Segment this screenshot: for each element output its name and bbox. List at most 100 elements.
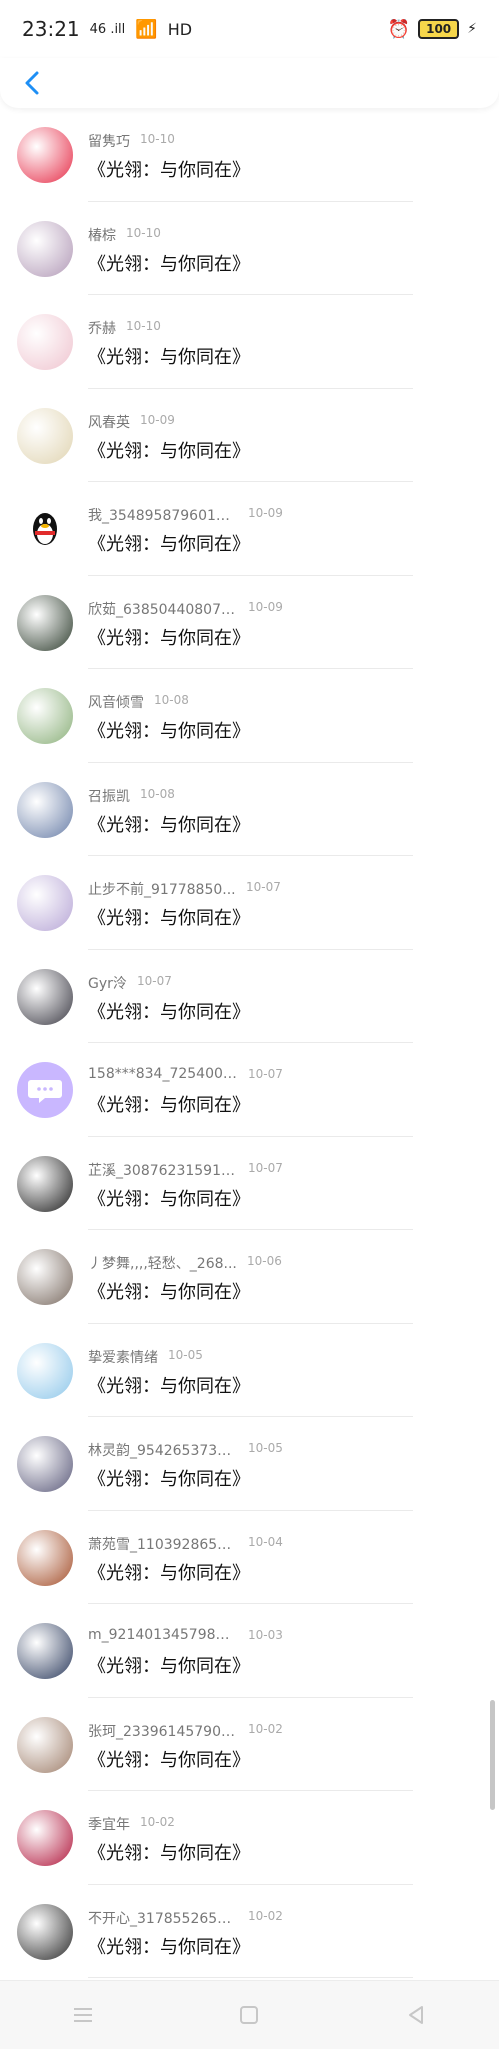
username[interactable]: 召振凯 bbox=[88, 786, 130, 806]
item-content: 《光翎：与你同在》 bbox=[88, 160, 250, 181]
list-item[interactable]: 椿棕 10-10 《光翎：与你同在》 bbox=[0, 202, 499, 295]
menu-button[interactable] bbox=[63, 1995, 103, 2035]
scrollbar[interactable] bbox=[490, 1700, 495, 1810]
username[interactable]: 挚爱素情绪 bbox=[88, 1347, 158, 1367]
avatar[interactable] bbox=[17, 1529, 73, 1586]
avatar[interactable] bbox=[17, 407, 73, 464]
list-item[interactable]: m_92140134579846... 10-03 《光翎：与你同在》 bbox=[0, 1604, 499, 1698]
item-date: 10-10 bbox=[140, 132, 175, 146]
alarm-icon: ⏰ bbox=[387, 18, 411, 40]
item-content: 《光翎：与你同在》 bbox=[88, 1001, 250, 1023]
avatar[interactable] bbox=[17, 968, 73, 1025]
list-item[interactable]: 林灵韵_9542653730... 10-05 《光翎：与你同在》 bbox=[0, 1417, 499, 1511]
item-date: 10-03 bbox=[248, 1628, 283, 1642]
avatar[interactable] bbox=[17, 1436, 73, 1492]
list-item[interactable]: 召振凯 10-08 《光翎：与你同在》 bbox=[0, 763, 499, 856]
item-content: 《光翎：与你同在》 bbox=[88, 1282, 250, 1303]
list-item[interactable]: 158***834_7254007... 10-07 《光翎：与你同在》 bbox=[0, 1043, 499, 1137]
back-nav-button[interactable] bbox=[396, 1995, 436, 2035]
item-date: 10-09 bbox=[248, 599, 283, 614]
avatar[interactable] bbox=[17, 501, 73, 557]
username[interactable]: 椿棕 bbox=[88, 225, 116, 245]
item-date: 10-02 bbox=[248, 1721, 283, 1736]
status-right: ⏰ 100 ⚡ bbox=[388, 19, 477, 40]
username[interactable]: 留隽巧 bbox=[88, 131, 130, 151]
username[interactable]: 丿梦舞,,,,轻愁、_268... bbox=[88, 1253, 237, 1273]
avatar[interactable] bbox=[17, 1062, 73, 1118]
username[interactable]: 乔赫 bbox=[88, 318, 116, 338]
network-indicator: 46 .ill bbox=[89, 21, 126, 37]
list-item[interactable]: 丿梦舞,,,,轻愁、_268... 10-06 《光翎：与你同在》 bbox=[0, 1230, 499, 1324]
avatar[interactable] bbox=[17, 1342, 73, 1399]
wifi-icon: 📶 bbox=[135, 18, 158, 40]
username[interactable]: 风春英 bbox=[88, 412, 130, 432]
back-button[interactable] bbox=[15, 66, 49, 100]
list-item[interactable]: 欣茹_638504408074... 10-09 《光翎：与你同在》 bbox=[0, 576, 499, 669]
avatar[interactable] bbox=[17, 314, 73, 370]
username[interactable]: 萧苑雪_1103928655... bbox=[88, 1534, 238, 1554]
item-content: 《光翎：与你同在》 bbox=[88, 1095, 250, 1116]
username[interactable]: 158***834_7254007... bbox=[88, 1066, 238, 1082]
message-list: 留隽巧 10-10 《光翎：与你同在》 椿棕 10-10 《光翎：与你同在》 乔赫 10-10… bbox=[0, 108, 499, 1978]
username[interactable]: 我_3548958796015... bbox=[88, 505, 238, 525]
avatar[interactable] bbox=[17, 875, 73, 931]
list-item[interactable]: 挚爱素情绪 10-05 《光翎：与你同在》 bbox=[0, 1324, 499, 1417]
list-item[interactable]: 芷溪_308762315914... 10-07 《光翎：与你同在》 bbox=[0, 1137, 499, 1230]
avatar[interactable] bbox=[17, 594, 73, 651]
home-icon bbox=[240, 2006, 259, 2024]
avatar[interactable] bbox=[17, 1716, 73, 1773]
home-button[interactable] bbox=[229, 1995, 269, 2035]
item-date: 10-08 bbox=[154, 693, 189, 707]
list-item[interactable]: 留隽巧 10-10 《光翎：与你同在》 bbox=[0, 108, 499, 202]
avatar[interactable] bbox=[17, 688, 73, 744]
username[interactable]: 止步不前_91778850... bbox=[88, 879, 236, 899]
menu-icon bbox=[74, 2008, 93, 2022]
list-item[interactable]: 止步不前_91778850... 10-07 《光翎：与你同在》 bbox=[0, 856, 499, 950]
item-content: 《光翎：与你同在》 bbox=[88, 721, 250, 742]
username[interactable]: 欣茹_638504408074... bbox=[88, 599, 238, 619]
avatar[interactable] bbox=[17, 1623, 73, 1679]
avatar[interactable] bbox=[17, 781, 73, 838]
system-nav-bar bbox=[0, 1980, 499, 2049]
triangle-back-icon bbox=[408, 2006, 423, 2024]
item-date: 10-05 bbox=[248, 1441, 283, 1455]
item-content: 《光翎：与你同在》 bbox=[88, 1188, 250, 1210]
list-item[interactable]: 风音倾雪 10-08 《光翎：与你同在》 bbox=[0, 669, 499, 763]
item-date: 10-08 bbox=[140, 786, 175, 801]
username[interactable]: 不开心_3178552656... bbox=[88, 1908, 238, 1928]
avatar[interactable] bbox=[17, 1155, 73, 1212]
item-date: 10-10 bbox=[126, 225, 161, 240]
username[interactable]: 张珂_233961457907... bbox=[88, 1721, 238, 1741]
username[interactable]: 芷溪_308762315914... bbox=[88, 1160, 238, 1180]
list-item[interactable]: 乔赫 10-10 《光翎：与你同在》 bbox=[0, 295, 499, 389]
divider bbox=[88, 1977, 413, 1978]
list-item[interactable]: 张珂_233961457907... 10-02 《光翎：与你同在》 bbox=[0, 1698, 499, 1791]
list-item[interactable]: 季宜年 10-02 《光翎：与你同在》 bbox=[0, 1791, 499, 1885]
list-item[interactable]: Gyr泠 10-07 《光翎：与你同在》 bbox=[0, 950, 499, 1043]
item-date: 10-04 bbox=[248, 1534, 283, 1549]
username[interactable]: Gyr泠 bbox=[88, 973, 127, 993]
avatar[interactable] bbox=[17, 1903, 73, 1960]
avatar[interactable] bbox=[17, 1810, 73, 1866]
username[interactable]: m_92140134579846... bbox=[88, 1627, 238, 1643]
item-content: 《光翎：与你同在》 bbox=[88, 440, 250, 462]
status-left: 23:21 46 .ill 📶 HD bbox=[22, 17, 192, 41]
username[interactable]: 林灵韵_9542653730... bbox=[88, 1440, 238, 1460]
username[interactable]: 风音倾雪 bbox=[88, 692, 144, 712]
chat-bubble-icon bbox=[28, 1080, 62, 1103]
list-item[interactable]: 不开心_3178552656... 10-02 《光翎：与你同在》 bbox=[0, 1885, 499, 1978]
list-item[interactable]: 我_3548958796015... 10-09 《光翎：与你同在》 bbox=[0, 482, 499, 576]
battery-indicator: 100 bbox=[418, 19, 460, 39]
item-date: 10-02 bbox=[140, 1815, 175, 1829]
list-item[interactable]: 萧苑雪_1103928655... 10-04 《光翎：与你同在》 bbox=[0, 1511, 499, 1604]
avatar[interactable] bbox=[17, 1249, 73, 1305]
list-item[interactable]: 风春英 10-09 《光翎：与你同在》 bbox=[0, 389, 499, 482]
item-content: 《光翎：与你同在》 bbox=[88, 253, 250, 275]
item-date: 10-07 bbox=[248, 1067, 283, 1081]
avatar[interactable] bbox=[17, 220, 73, 277]
username[interactable]: 季宜年 bbox=[88, 1814, 130, 1834]
avatar[interactable] bbox=[17, 127, 73, 183]
top-nav-bar bbox=[0, 58, 499, 108]
item-date: 10-07 bbox=[137, 973, 172, 988]
item-content: 《光翎：与你同在》 bbox=[88, 347, 250, 368]
